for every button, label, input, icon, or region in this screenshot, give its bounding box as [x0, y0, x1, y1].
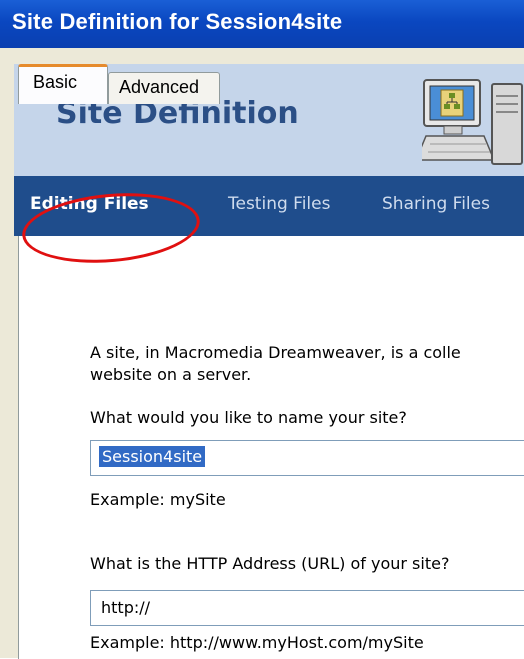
- site-name-input[interactable]: Session4site: [90, 440, 524, 476]
- intro-text: A site, in Macromedia Dreamweaver, is a …: [90, 342, 461, 386]
- site-name-value: Session4site: [99, 446, 206, 467]
- tab-advanced-label: Advanced: [119, 77, 200, 97]
- intro-line-2: website on a server.: [90, 365, 252, 384]
- site-name-example: Example: mySite: [90, 490, 226, 509]
- category-nav: Editing Files Testing Files Sharing File…: [14, 176, 524, 236]
- site-url-question: What is the HTTP Address (URL) of your s…: [90, 554, 450, 573]
- nav-sharing-files[interactable]: Sharing Files: [382, 194, 490, 214]
- window-title: Site Definition for Session4site: [12, 9, 343, 34]
- nav-testing-files[interactable]: Testing Files: [228, 194, 330, 214]
- site-url-input[interactable]: http://: [90, 590, 524, 626]
- tab-basic[interactable]: Basic: [18, 64, 108, 104]
- site-url-value: http://: [101, 598, 151, 617]
- site-name-question: What would you like to name your site?: [90, 408, 407, 427]
- tab-advanced[interactable]: Advanced: [108, 72, 220, 104]
- tab-basic-label: Basic: [33, 72, 78, 92]
- site-url-example: Example: http://www.myHost.com/mySite: [90, 633, 424, 652]
- computer-network-icon: [422, 79, 523, 165]
- nav-editing-files[interactable]: Editing Files: [30, 194, 149, 214]
- intro-line-1: A site, in Macromedia Dreamweaver, is a …: [90, 343, 461, 362]
- title-bar[interactable]: Site Definition for Session4site: [0, 0, 524, 48]
